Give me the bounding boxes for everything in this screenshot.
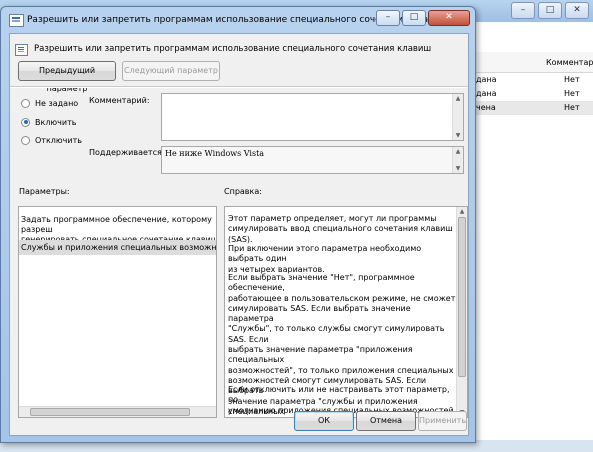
maximize-icon[interactable]: □	[538, 2, 562, 19]
scroll-thumb[interactable]	[458, 217, 466, 377]
scroll-up-icon[interactable]: ▲	[453, 147, 463, 156]
supported-on-field: Не ниже Windows Vista ▲ ▼	[161, 146, 464, 174]
apply-button[interactable]: Применить	[418, 411, 467, 431]
help-paragraph: При включении этого параметра необходимо…	[228, 244, 422, 274]
comment-textarea[interactable]: ▲ ▼	[161, 93, 464, 141]
next-setting-button[interactable]: Следующий параметр	[122, 61, 220, 81]
policy-icon	[9, 14, 24, 27]
radio-circle[interactable]	[21, 98, 30, 108]
policy-dialog: Разрешить или запретить программам испол…	[0, 6, 476, 443]
radio-circle-selected[interactable]	[21, 117, 30, 127]
options-panel: Задать программное обеспечение, которому…	[18, 206, 217, 418]
radio-circle[interactable]	[21, 135, 30, 145]
sas-option-dropdown[interactable]: Службы и приложения специальных возможно…	[19, 240, 216, 255]
comment-label: Комментарий:	[89, 96, 150, 105]
help-label: Справка:	[224, 187, 262, 196]
options-label: Параметры:	[19, 187, 70, 196]
supported-label: Поддерживается:	[89, 148, 165, 157]
supported-scrollbar[interactable]: ▲ ▼	[452, 147, 463, 173]
setting-title: Разрешить или запретить программам испол…	[34, 44, 432, 54]
column-header-comment[interactable]: Комментар	[546, 58, 593, 67]
scroll-down-icon[interactable]: ▼	[453, 131, 463, 140]
ok-button[interactable]: ОК	[294, 411, 354, 431]
background-list-header[interactable]: Комментар	[476, 52, 593, 73]
scroll-down-icon[interactable]: ▼	[453, 164, 463, 173]
maximize-button[interactable]: □	[402, 10, 426, 26]
minimize-button[interactable]: –	[376, 10, 400, 26]
dialog-client: Разрешить или запретить программам испол…	[9, 33, 469, 436]
comment-scrollbar[interactable]: ▲ ▼	[452, 94, 463, 140]
minimize-icon[interactable]: –	[511, 2, 535, 19]
policy-setting-icon	[15, 44, 28, 56]
supported-value: Не ниже Windows Vista	[165, 149, 265, 158]
options-hscrollbar[interactable]	[19, 406, 216, 417]
radio-disabled[interactable]: Отключить	[21, 134, 82, 146]
radio-enabled[interactable]: Включить	[21, 116, 76, 128]
close-button[interactable]: ✕	[428, 10, 470, 26]
list-item[interactable]: чена Нет	[476, 101, 593, 115]
previous-setting-button[interactable]: Предыдущий параметр	[18, 61, 116, 93]
list-item[interactable]: дана Нет	[476, 73, 593, 87]
divider	[10, 86, 468, 88]
help-panel: Этот параметр определяет, могут ли прогр…	[224, 206, 468, 418]
scroll-up-icon[interactable]: ▲	[457, 207, 467, 216]
radio-not-configured[interactable]: Не задано	[21, 97, 78, 109]
list-item[interactable]: дана Нет	[476, 87, 593, 101]
cancel-button[interactable]: Отмена	[356, 411, 416, 431]
close-icon[interactable]: ✕	[565, 2, 589, 19]
help-paragraph: Этот параметр определяет, могут ли прогр…	[228, 214, 453, 244]
scroll-up-icon[interactable]: ▲	[453, 94, 463, 103]
help-scrollbar[interactable]: ▲ ▼	[456, 207, 467, 417]
scroll-thumb[interactable]	[30, 408, 190, 416]
